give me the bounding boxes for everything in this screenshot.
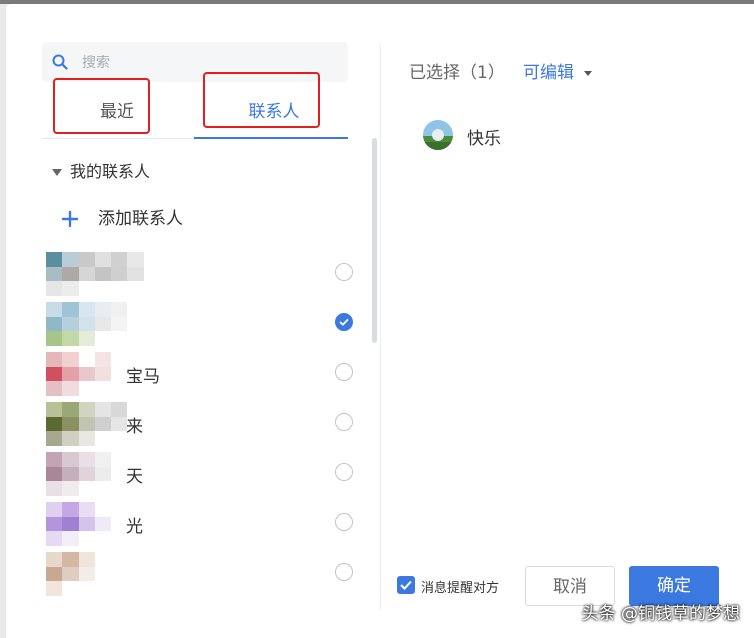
watermark: 头条 @铜钱草的梦想 — [581, 604, 740, 624]
plus-icon — [61, 210, 79, 228]
list-scrollbar[interactable] — [372, 138, 377, 343]
contact-checkbox[interactable] — [335, 463, 353, 481]
checkmark-icon — [339, 318, 349, 326]
search-icon — [52, 54, 68, 70]
contact-checkbox[interactable] — [335, 363, 353, 381]
avatar — [46, 252, 176, 296]
notify-checkbox[interactable] — [397, 576, 415, 594]
contact-checkbox[interactable] — [335, 513, 353, 531]
contact-row[interactable]: 光 — [46, 502, 366, 546]
avatar — [46, 402, 176, 446]
contact-row[interactable] — [46, 302, 366, 346]
contact-row[interactable]: 宝马 — [46, 352, 366, 396]
annotation-box-recent — [53, 78, 150, 134]
contact-row[interactable] — [46, 252, 366, 296]
contact-checkbox[interactable] — [335, 263, 353, 281]
contact-name: 光 — [126, 517, 143, 537]
caret-down-icon — [52, 169, 62, 176]
avatar — [46, 452, 176, 496]
permission-dropdown[interactable]: 可编辑 — [523, 58, 592, 83]
contact-checkbox[interactable] — [335, 413, 353, 431]
dropdown-arrow-icon — [584, 70, 592, 76]
avatar — [46, 302, 176, 346]
contact-row[interactable]: 来 — [46, 402, 366, 446]
avatar — [46, 502, 176, 546]
notify-label: 消息提醒对方 — [421, 581, 500, 596]
checkmark-icon — [400, 580, 412, 590]
group-label: 我的联系人 — [70, 162, 151, 181]
active-tab-indicator — [194, 137, 348, 139]
selected-contact-name: 快乐 — [467, 129, 501, 149]
contact-checkbox-checked[interactable] — [335, 313, 353, 331]
selection-panel: 已选择（1） 可编辑 快乐 消息提醒对方 取消 确定 — [381, 4, 754, 638]
contact-checkbox[interactable] — [335, 563, 353, 581]
permission-label: 可编辑 — [523, 63, 574, 83]
group-my-contacts[interactable]: 我的联系人 — [52, 160, 150, 184]
contact-name: 天 — [126, 467, 143, 487]
contact-row[interactable]: 天 — [46, 452, 366, 496]
contact-row[interactable] — [46, 552, 366, 596]
contact-name: 来 — [126, 417, 143, 437]
contact-name: 宝马 — [126, 367, 160, 387]
selected-count: 已选择（1） — [409, 63, 505, 83]
annotation-box-contacts — [203, 72, 320, 128]
avatar — [423, 120, 453, 150]
avatar — [46, 552, 176, 596]
add-contact-label: 添加联系人 — [98, 209, 183, 229]
